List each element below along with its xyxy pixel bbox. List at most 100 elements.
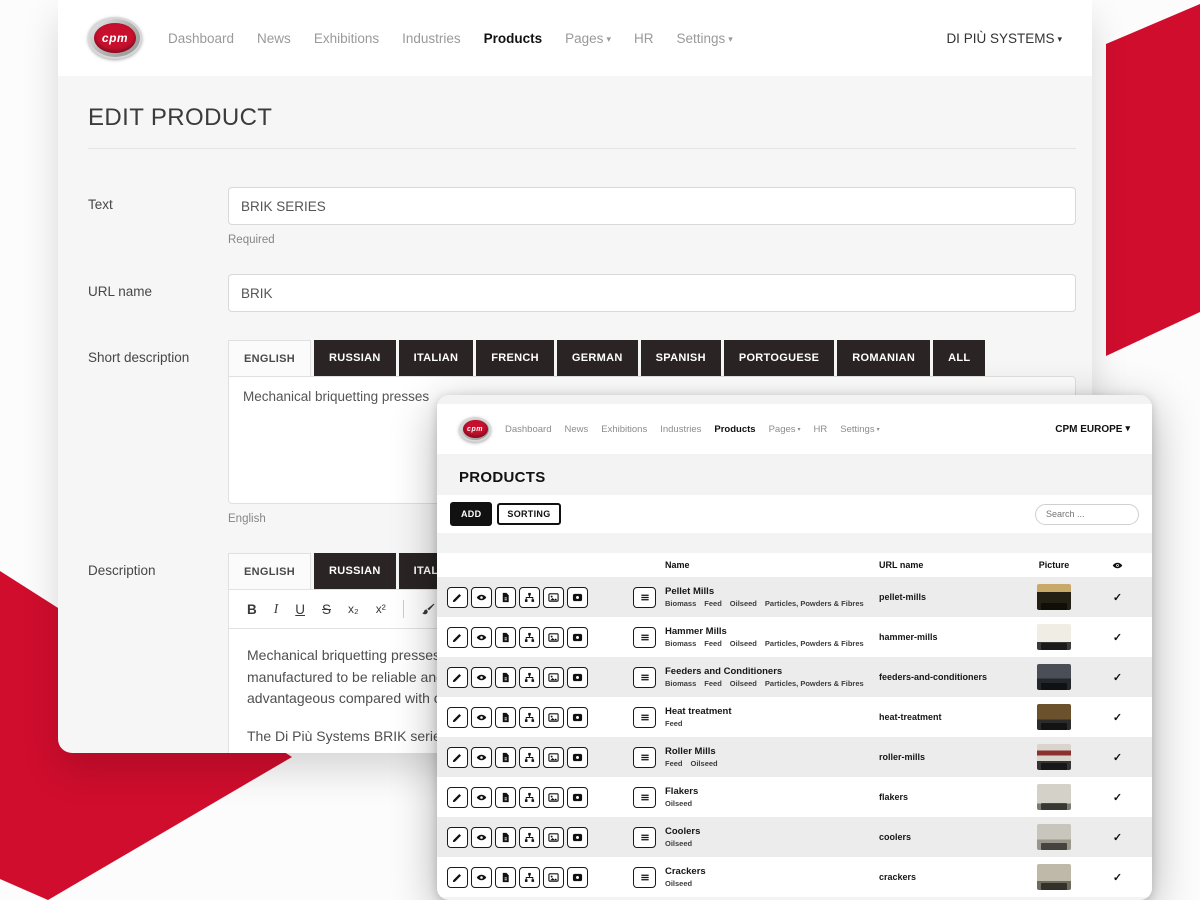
edit-icon[interactable] <box>447 587 468 608</box>
video-icon[interactable] <box>567 867 588 888</box>
file-icon[interactable] <box>495 667 516 688</box>
edit-icon[interactable] <box>447 627 468 648</box>
sitemap-icon[interactable] <box>519 787 540 808</box>
sitemap-icon[interactable] <box>519 587 540 608</box>
nav-item-products[interactable]: Products <box>484 31 543 46</box>
nav-item-settings[interactable]: Settings▾ <box>840 424 879 435</box>
nav-item-news[interactable]: News <box>564 424 588 435</box>
image-icon[interactable] <box>543 747 564 768</box>
account-menu[interactable]: CPM EUROPE▾ <box>1055 424 1130 435</box>
edit-icon[interactable] <box>447 707 468 728</box>
preview-icon[interactable] <box>471 627 492 648</box>
nav-item-exhibitions[interactable]: Exhibitions <box>314 31 379 46</box>
file-icon[interactable] <box>495 587 516 608</box>
sitemap-icon[interactable] <box>519 867 540 888</box>
nav-item-hr[interactable]: HR <box>634 31 654 46</box>
subscript-button[interactable]: x₂ <box>348 602 359 616</box>
nav-item-industries[interactable]: Industries <box>402 31 461 46</box>
sitemap-icon[interactable] <box>519 707 540 728</box>
edit-icon[interactable] <box>447 667 468 688</box>
video-icon[interactable] <box>567 707 588 728</box>
sitemap-icon[interactable] <box>519 747 540 768</box>
file-icon[interactable] <box>495 627 516 648</box>
cpm-logo[interactable]: cpm <box>88 17 142 59</box>
nav-item-news[interactable]: News <box>257 31 291 46</box>
lang-tab-portoguese[interactable]: PORTOGUESE <box>724 340 834 376</box>
edit-icon[interactable] <box>447 787 468 808</box>
add-button[interactable]: ADD <box>450 502 492 526</box>
list-icon[interactable] <box>633 827 656 848</box>
image-icon[interactable] <box>543 787 564 808</box>
list-icon[interactable] <box>633 747 656 768</box>
preview-icon[interactable] <box>471 827 492 848</box>
file-icon[interactable] <box>495 827 516 848</box>
file-icon[interactable] <box>495 787 516 808</box>
file-icon[interactable] <box>495 867 516 888</box>
cpm-logo[interactable]: cpm <box>459 417 491 442</box>
list-icon[interactable] <box>633 787 656 808</box>
list-icon[interactable] <box>633 707 656 728</box>
video-icon[interactable] <box>567 787 588 808</box>
nav-item-industries[interactable]: Industries <box>660 424 701 435</box>
lang-tab-russian[interactable]: RUSSIAN <box>314 340 396 376</box>
video-icon[interactable] <box>567 587 588 608</box>
lang-tab-english[interactable]: ENGLISH <box>228 553 311 589</box>
video-icon[interactable] <box>567 667 588 688</box>
edit-icon[interactable] <box>447 747 468 768</box>
file-icon[interactable] <box>495 747 516 768</box>
image-icon[interactable] <box>543 667 564 688</box>
nav-item-dashboard[interactable]: Dashboard <box>505 424 551 435</box>
edit-icon[interactable] <box>447 867 468 888</box>
image-icon[interactable] <box>543 827 564 848</box>
chevron-down-icon: ▾ <box>728 34 733 44</box>
nav-item-exhibitions[interactable]: Exhibitions <box>601 424 647 435</box>
lang-tab-russian[interactable]: RUSSIAN <box>314 553 396 589</box>
nav-item-settings[interactable]: Settings▾ <box>676 31 732 46</box>
preview-icon[interactable] <box>471 787 492 808</box>
preview-icon[interactable] <box>471 707 492 728</box>
image-icon[interactable] <box>543 867 564 888</box>
list-icon[interactable] <box>633 867 656 888</box>
sitemap-icon[interactable] <box>519 667 540 688</box>
nav-item-products[interactable]: Products <box>714 424 755 435</box>
nav-item-dashboard[interactable]: Dashboard <box>168 31 234 46</box>
image-icon[interactable] <box>543 587 564 608</box>
url-name-field[interactable] <box>228 274 1076 312</box>
list-icon[interactable] <box>633 627 656 648</box>
nav-item-pages[interactable]: Pages▾ <box>565 31 611 46</box>
preview-icon[interactable] <box>471 867 492 888</box>
lang-tab-italian[interactable]: ITALIAN <box>399 340 474 376</box>
lang-tab-all[interactable]: ALL <box>933 340 985 376</box>
edit-icon[interactable] <box>447 827 468 848</box>
image-icon[interactable] <box>543 707 564 728</box>
lang-tab-romanian[interactable]: ROMANIAN <box>837 340 930 376</box>
nav-item-hr[interactable]: HR <box>814 424 828 435</box>
strikethrough-button[interactable]: S <box>322 602 331 617</box>
sitemap-icon[interactable] <box>519 627 540 648</box>
lang-tab-german[interactable]: GERMAN <box>557 340 638 376</box>
italic-button[interactable]: I <box>274 601 279 617</box>
lang-tab-french[interactable]: FRENCH <box>476 340 554 376</box>
video-icon[interactable] <box>567 627 588 648</box>
file-icon[interactable] <box>495 707 516 728</box>
list-icon[interactable] <box>633 587 656 608</box>
underline-button[interactable]: U <box>295 602 305 617</box>
paintbrush-icon[interactable] <box>421 603 435 616</box>
sorting-button[interactable]: SORTING <box>497 503 560 525</box>
video-icon[interactable] <box>567 747 588 768</box>
account-menu[interactable]: DI PIÙ SYSTEMS▾ <box>946 31 1062 46</box>
image-icon[interactable] <box>543 627 564 648</box>
list-icon[interactable] <box>633 667 656 688</box>
video-icon[interactable] <box>567 827 588 848</box>
preview-icon[interactable] <box>471 747 492 768</box>
preview-icon[interactable] <box>471 587 492 608</box>
text-field[interactable] <box>228 187 1076 225</box>
lang-tab-spanish[interactable]: SPANISH <box>641 340 721 376</box>
bold-button[interactable]: B <box>247 602 257 617</box>
lang-tab-english[interactable]: ENGLISH <box>228 340 311 376</box>
search-input[interactable] <box>1035 504 1139 525</box>
superscript-button[interactable]: x² <box>376 602 386 616</box>
nav-item-pages[interactable]: Pages▾ <box>769 424 801 435</box>
preview-icon[interactable] <box>471 667 492 688</box>
sitemap-icon[interactable] <box>519 827 540 848</box>
